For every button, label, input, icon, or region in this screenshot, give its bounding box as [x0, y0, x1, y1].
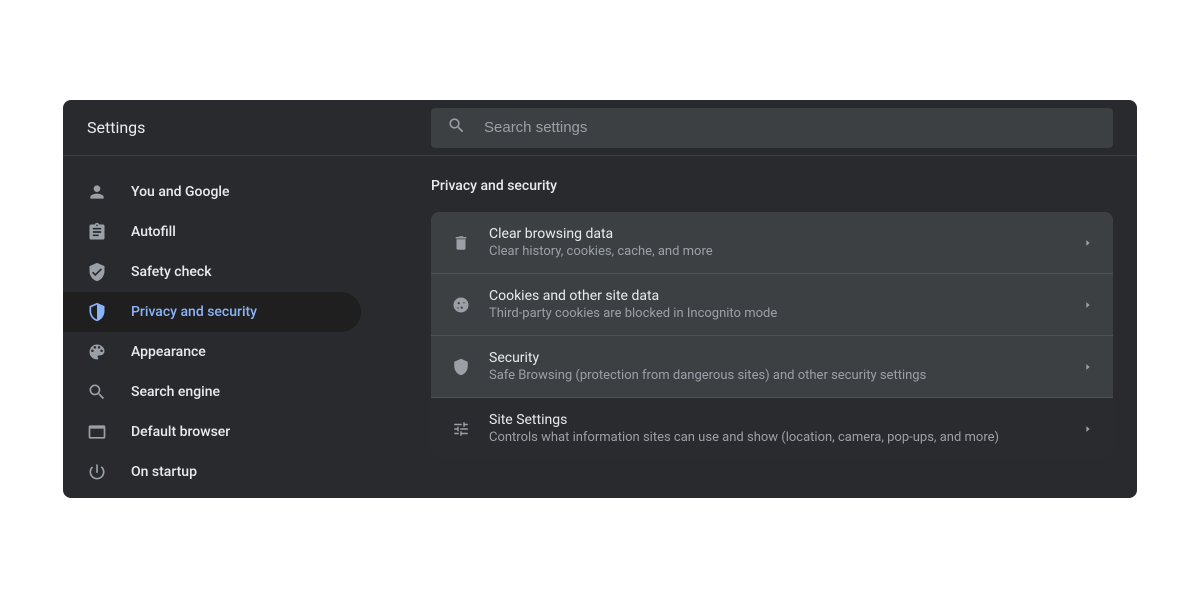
person-icon [87, 182, 107, 202]
row-title: Security [489, 350, 1083, 366]
main-content: Privacy and security Clear browsing data… [373, 156, 1137, 492]
row-clear-browsing-data[interactable]: Clear browsing data Clear history, cooki… [431, 212, 1113, 273]
chevron-right-icon [1083, 419, 1093, 438]
row-site-settings[interactable]: Site Settings Controls what information … [431, 397, 1113, 459]
sidebar-item-appearance[interactable]: Appearance [63, 332, 361, 372]
sidebar-item-safety-check[interactable]: Safety check [63, 252, 361, 292]
shield-icon [451, 358, 471, 376]
sidebar-item-on-startup[interactable]: On startup [63, 452, 361, 492]
cookie-icon [451, 296, 471, 314]
sidebar-item-default-browser[interactable]: Default browser [63, 412, 361, 452]
row-title: Site Settings [489, 412, 1083, 428]
palette-icon [87, 342, 107, 362]
trash-icon [451, 234, 471, 252]
search-input[interactable] [484, 119, 1097, 136]
chevron-right-icon [1083, 233, 1093, 252]
row-subtitle: Third-party cookies are blocked in Incog… [489, 306, 1083, 321]
search-icon [447, 116, 466, 139]
sidebar-item-label: Default browser [131, 424, 230, 440]
row-subtitle: Controls what information sites can use … [489, 430, 1083, 445]
sidebar-item-label: You and Google [131, 184, 229, 200]
sidebar-item-label: Search engine [131, 384, 220, 400]
row-cookies[interactable]: Cookies and other site data Third-party … [431, 273, 1113, 335]
sidebar-item-label: Privacy and security [131, 304, 257, 320]
browser-icon [87, 422, 107, 442]
row-subtitle: Clear history, cookies, cache, and more [489, 244, 1083, 259]
search-icon [87, 382, 107, 402]
sidebar-item-you-and-google[interactable]: You and Google [63, 172, 361, 212]
sidebar-item-label: Appearance [131, 344, 206, 360]
sidebar-item-search-engine[interactable]: Search engine [63, 372, 361, 412]
tune-icon [451, 420, 471, 438]
sidebar-item-label: On startup [131, 464, 197, 480]
row-title: Cookies and other site data [489, 288, 1083, 304]
sidebar-item-label: Safety check [131, 264, 212, 280]
sidebar: You and Google Autofill Safety check Pri… [63, 156, 373, 492]
page-title: Settings [63, 118, 431, 137]
sidebar-item-label: Autofill [131, 224, 176, 240]
settings-window: Settings You and Google Autofill [63, 100, 1137, 498]
row-security[interactable]: Security Safe Browsing (protection from … [431, 335, 1113, 397]
sidebar-item-autofill[interactable]: Autofill [63, 212, 361, 252]
search-box[interactable] [431, 108, 1113, 148]
shield-check-icon [87, 262, 107, 282]
chevron-right-icon [1083, 357, 1093, 376]
sidebar-item-privacy-and-security[interactable]: Privacy and security [63, 292, 361, 332]
settings-card: Clear browsing data Clear history, cooki… [431, 212, 1113, 459]
row-subtitle: Safe Browsing (protection from dangerous… [489, 368, 1083, 383]
section-title: Privacy and security [431, 178, 1113, 194]
clipboard-icon [87, 222, 107, 242]
power-icon [87, 462, 107, 482]
shield-icon [87, 302, 107, 322]
row-title: Clear browsing data [489, 226, 1083, 242]
chevron-right-icon [1083, 295, 1093, 314]
topbar: Settings [63, 100, 1137, 156]
